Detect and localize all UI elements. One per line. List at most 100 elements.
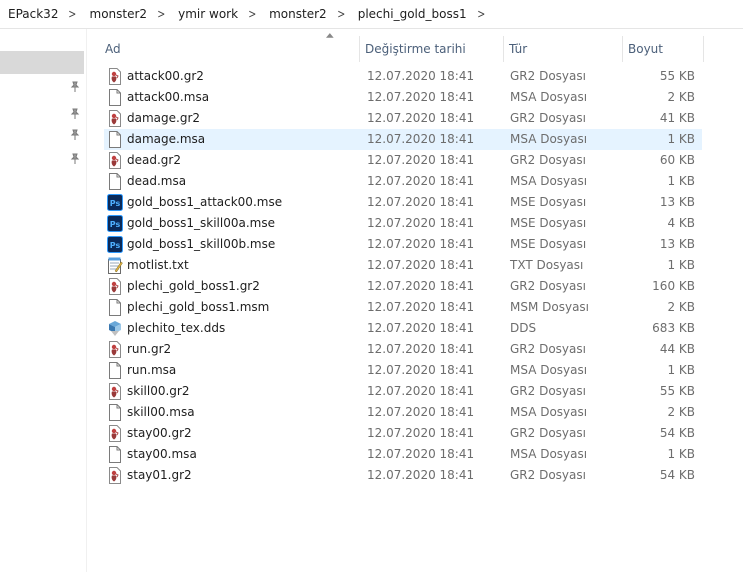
file-row[interactable]: Ps gold_boss1_skill00a.mse 12.07.2020 18:4… (104, 213, 702, 234)
column-header: ▲ Ad Değiştirme tarihi Tür Boyut (100, 32, 709, 62)
blank-file-icon (107, 446, 123, 463)
file-type: MSM Dosyası (510, 300, 590, 314)
file-name: motlist.txt (127, 258, 189, 272)
file-name: damage.gr2 (127, 111, 201, 125)
file-name: plechi_gold_boss1.gr2 (127, 279, 260, 293)
file-date: 12.07.2020 18:41 (367, 258, 475, 272)
file-date: 12.07.2020 18:41 (367, 132, 475, 146)
file-name: stay00.gr2 (127, 426, 192, 440)
file-size: 13 KB (659, 195, 695, 209)
file-type: GR2 Dosyası (510, 468, 586, 482)
chevron-right-icon[interactable]: > (62, 7, 77, 21)
file-type: GR2 Dosyası (510, 69, 586, 83)
file-date: 12.07.2020 18:41 (367, 69, 475, 83)
file-name: run.gr2 (127, 342, 172, 356)
file-row[interactable]: stay00.gr2 12.07.2020 18:41 GR2 Dosyası 54 … (104, 423, 702, 444)
file-name: attack00.msa (127, 90, 210, 104)
file-name: skill00.gr2 (127, 384, 190, 398)
breadcrumb-item[interactable]: EPack32 (0, 7, 60, 21)
file-type: MSA Dosyası (510, 174, 588, 188)
file-name: dead.gr2 (127, 153, 181, 167)
file-size: 55 KB (659, 384, 695, 398)
file-row[interactable]: motlist.txt 12.07.2020 18:41 TXT Dosyası 1 … (104, 255, 702, 276)
file-name: stay01.gr2 (127, 468, 192, 482)
file-size: 1 KB (667, 447, 695, 461)
file-row[interactable]: run.gr2 12.07.2020 18:41 GR2 Dosyası 44 KB (104, 339, 702, 360)
file-name: skill00.msa (127, 405, 195, 419)
pin-icon[interactable] (68, 107, 82, 121)
svg-text:Ps: Ps (110, 241, 121, 250)
chevron-right-icon[interactable]: > (242, 7, 257, 21)
file-date: 12.07.2020 18:41 (367, 426, 475, 440)
file-date: 12.07.2020 18:41 (367, 195, 475, 209)
file-type: MSE Dosyası (510, 216, 587, 230)
address-bar[interactable]: EPack32 > monster2 > ymir work > monster2 > plec… (0, 0, 743, 29)
column-header-type[interactable]: Tür (503, 36, 622, 62)
file-row[interactable]: run.msa 12.07.2020 18:41 MSA Dosyası 1 KB (104, 360, 702, 381)
gr2-file-icon (107, 68, 123, 85)
file-row[interactable]: skill00.gr2 12.07.2020 18:41 GR2 Dosyası 55… (104, 381, 702, 402)
pin-icon[interactable] (68, 128, 82, 142)
nav-selected-item[interactable] (0, 51, 84, 74)
blank-file-icon (107, 404, 123, 421)
file-date: 12.07.2020 18:41 (367, 111, 475, 125)
file-size: 13 KB (659, 237, 695, 251)
file-row[interactable]: stay00.msa 12.07.2020 18:41 MSA Dosyası 1 K… (104, 444, 702, 465)
file-row[interactable]: damage.msa 12.07.2020 18:41 MSA Dosyası 1 K… (104, 129, 702, 150)
file-row[interactable]: attack00.gr2 12.07.2020 18:41 GR2 Dosyası 5… (104, 66, 702, 87)
gr2-file-icon (107, 383, 123, 400)
chevron-right-icon[interactable]: > (471, 7, 486, 21)
file-type: GR2 Dosyası (510, 153, 586, 167)
column-header-name[interactable]: Ad (100, 36, 358, 62)
file-row[interactable]: plechi_gold_boss1.msm 12.07.2020 18:41 MSM… (104, 297, 702, 318)
file-row[interactable]: plechito_tex.dds 12.07.2020 18:41 DDS 683 K… (104, 318, 702, 339)
file-size: 4 KB (667, 216, 695, 230)
column-header-end (703, 36, 709, 62)
file-row[interactable]: dead.msa 12.07.2020 18:41 MSA Dosyası 1 KB (104, 171, 702, 192)
file-row[interactable]: attack00.msa 12.07.2020 18:41 MSA Dosyası 2… (104, 87, 702, 108)
file-row[interactable]: stay01.gr2 12.07.2020 18:41 GR2 Dosyası 54 … (104, 465, 702, 486)
chevron-right-icon[interactable]: > (151, 7, 166, 21)
file-type: TXT Dosyası (510, 258, 584, 272)
notepad-file-icon (107, 257, 123, 274)
svg-text:Ps: Ps (110, 199, 121, 208)
breadcrumb-item[interactable]: ymir work (168, 7, 240, 21)
blank-file-icon (107, 89, 123, 106)
file-type: MSE Dosyası (510, 237, 587, 251)
file-type: MSA Dosyası (510, 447, 588, 461)
file-name: plechi_gold_boss1.msm (127, 300, 270, 314)
file-row[interactable]: skill00.msa 12.07.2020 18:41 MSA Dosyası 2 … (104, 402, 702, 423)
breadcrumb-item[interactable]: plechi_gold_boss1 (348, 7, 469, 21)
file-date: 12.07.2020 18:41 (367, 90, 475, 104)
file-date: 12.07.2020 18:41 (367, 342, 475, 356)
pin-icon[interactable] (68, 80, 82, 94)
file-row[interactable]: Ps gold_boss1_attack00.mse 12.07.2020 18:4… (104, 192, 702, 213)
file-date: 12.07.2020 18:41 (367, 237, 475, 251)
file-size: 54 KB (659, 468, 695, 482)
file-name: damage.msa (127, 132, 206, 146)
gr2-file-icon (107, 467, 123, 484)
file-size: 2 KB (667, 405, 695, 419)
file-row[interactable]: dead.gr2 12.07.2020 18:41 GR2 Dosyası 60 KB (104, 150, 702, 171)
chevron-right-icon[interactable]: > (331, 7, 346, 21)
photoshop-file-icon: Ps (107, 194, 123, 211)
file-size: 44 KB (659, 342, 695, 356)
file-name: dead.msa (127, 174, 187, 188)
file-date: 12.07.2020 18:41 (367, 405, 475, 419)
blank-file-icon (107, 131, 123, 148)
file-row[interactable]: plechi_gold_boss1.gr2 12.07.2020 18:41 GR2… (104, 276, 702, 297)
file-row[interactable]: Ps gold_boss1_skill00b.mse 12.07.2020 18:4… (104, 234, 702, 255)
gr2-file-icon (107, 152, 123, 169)
file-size: 683 KB (652, 321, 695, 335)
file-name: plechito_tex.dds (127, 321, 226, 335)
column-header-size[interactable]: Boyut (622, 36, 702, 62)
svg-text:Ps: Ps (110, 220, 121, 229)
breadcrumb-item[interactable]: monster2 (259, 7, 329, 21)
breadcrumb-item[interactable]: monster2 (80, 7, 150, 21)
file-type: GR2 Dosyası (510, 279, 586, 293)
column-header-date[interactable]: Değiştirme tarihi (359, 36, 503, 62)
file-size: 1 KB (667, 174, 695, 188)
blank-file-icon (107, 173, 123, 190)
pin-icon[interactable] (68, 152, 82, 166)
file-row[interactable]: damage.gr2 12.07.2020 18:41 GR2 Dosyası 41 … (104, 108, 702, 129)
